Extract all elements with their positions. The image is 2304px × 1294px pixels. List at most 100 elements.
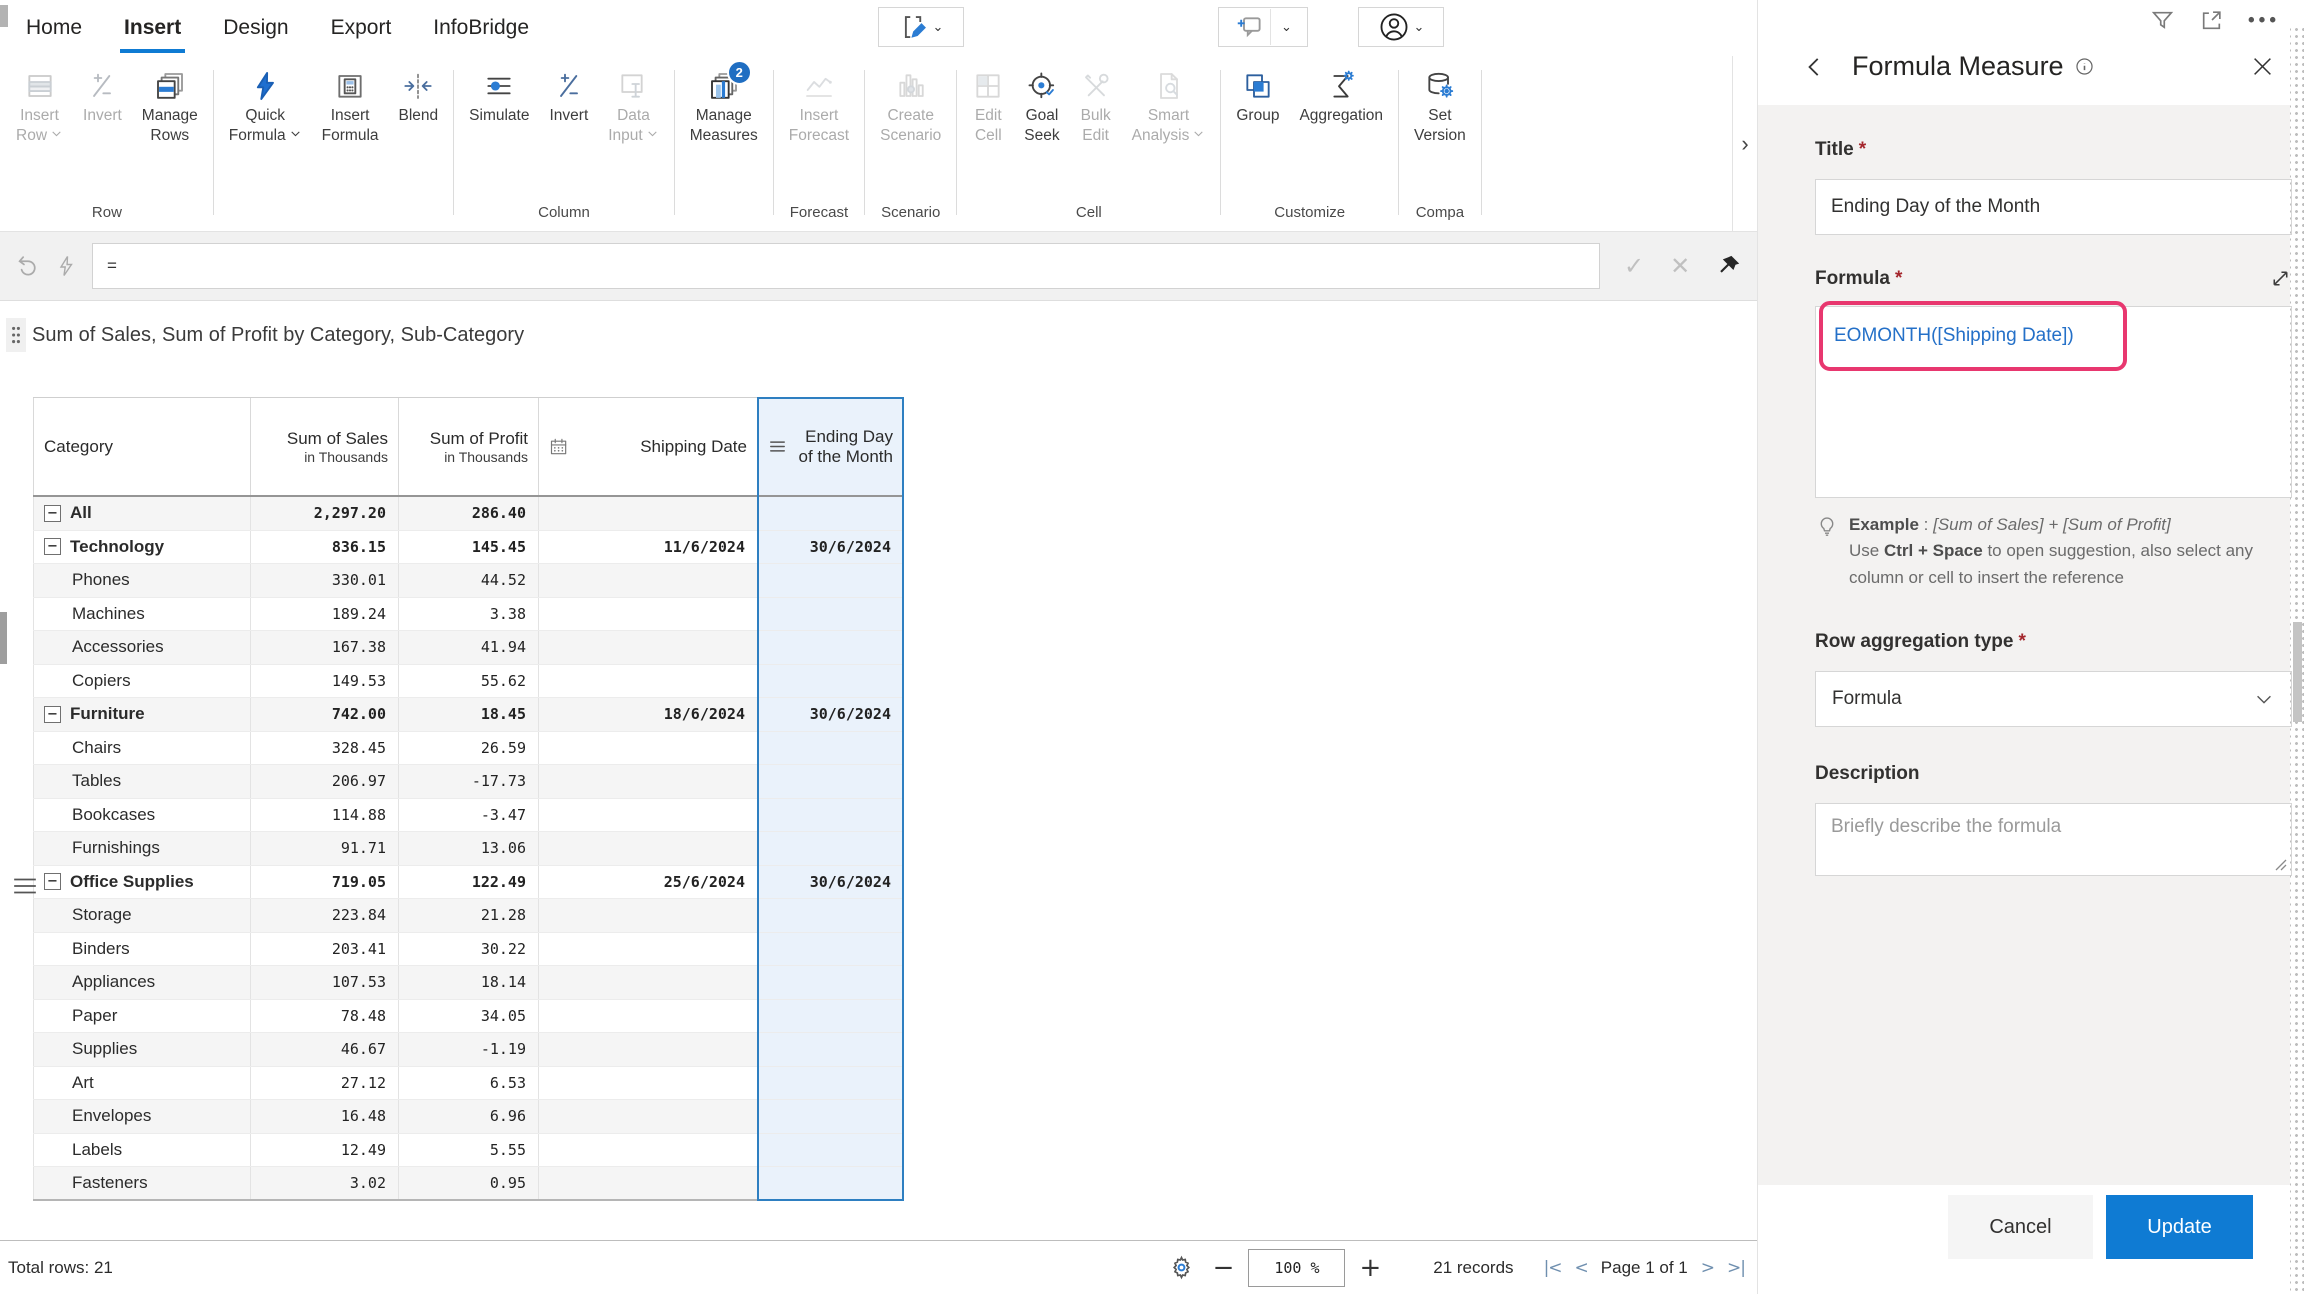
first-page-button[interactable]: |< <box>1544 1258 1562 1278</box>
chevron-down-icon[interactable]: ⌄ <box>1281 20 1292 35</box>
ribbon-button-aggregation[interactable]: Aggregation <box>1289 66 1393 147</box>
shipping-cell[interactable]: 18/6/2024 <box>538 698 757 731</box>
profit-cell[interactable]: -1.19 <box>398 1033 538 1066</box>
profit-cell[interactable]: 13.06 <box>398 832 538 865</box>
more-options-icon[interactable]: ••• <box>2248 10 2280 32</box>
ending-cell[interactable]: 30/6/2024 <box>757 866 904 899</box>
shipping-cell[interactable]: 11/6/2024 <box>538 531 757 564</box>
ribbon-overflow-chevron[interactable]: › <box>1732 56 1757 231</box>
profit-cell[interactable]: 0.95 <box>398 1167 538 1199</box>
ending-cell[interactable] <box>757 1000 904 1033</box>
profit-cell[interactable]: 21.28 <box>398 899 538 932</box>
pin-icon[interactable] <box>1716 253 1742 279</box>
sales-cell[interactable]: 16.48 <box>250 1100 398 1133</box>
description-textarea[interactable]: Briefly describe the formula <box>1815 803 2292 876</box>
ending-cell[interactable] <box>757 631 904 664</box>
shipping-cell[interactable] <box>538 1134 757 1167</box>
category-cell[interactable]: Envelopes <box>33 1100 250 1133</box>
ribbon-button-insert-formula[interactable]: InsertFormula <box>312 66 389 147</box>
shipping-cell[interactable] <box>538 765 757 798</box>
shipping-cell[interactable] <box>538 497 757 530</box>
shipping-cell[interactable] <box>538 1033 757 1066</box>
sales-cell[interactable]: 330.01 <box>250 564 398 597</box>
cancel-button[interactable]: Cancel <box>1948 1195 2093 1259</box>
column-header-sum-of-sales[interactable]: Sum of Salesin Thousands <box>250 398 398 495</box>
aggregation-select[interactable]: Formula <box>1815 671 2292 727</box>
category-cell[interactable]: Binders <box>33 933 250 966</box>
settings-gear-icon[interactable] <box>1168 1254 1195 1281</box>
column-header-shipping-date[interactable]: Shipping Date <box>538 398 757 495</box>
column-header-sum-of-profit[interactable]: Sum of Profitin Thousands <box>398 398 538 495</box>
ending-cell[interactable] <box>757 799 904 832</box>
ending-cell[interactable] <box>757 1033 904 1066</box>
sales-cell[interactable]: 836.15 <box>250 531 398 564</box>
close-icon[interactable] <box>2249 53 2276 80</box>
flash-icon[interactable] <box>54 254 78 278</box>
ribbon-button-simulate[interactable]: Simulate <box>459 66 539 147</box>
ending-cell[interactable]: 30/6/2024 <box>757 698 904 731</box>
category-cell[interactable]: Accessories <box>33 631 250 664</box>
commit-check-icon[interactable]: ✓ <box>1624 252 1644 280</box>
info-icon[interactable] <box>2074 56 2095 77</box>
profit-cell[interactable]: 3.38 <box>398 598 538 631</box>
menu-icon[interactable] <box>768 437 787 456</box>
zoom-level-input[interactable]: 100 % <box>1248 1249 1345 1287</box>
shipping-cell[interactable] <box>538 1000 757 1033</box>
sales-cell[interactable]: 719.05 <box>250 866 398 899</box>
shipping-cell[interactable] <box>538 1100 757 1133</box>
category-cell[interactable]: Supplies <box>33 1033 250 1066</box>
formula-input[interactable]: = <box>92 243 1600 289</box>
sales-cell[interactable]: 2,297.20 <box>250 497 398 530</box>
profit-cell[interactable]: -17.73 <box>398 765 538 798</box>
formula-expression[interactable]: EOMONTH([Shipping Date]) <box>1830 325 2277 347</box>
prev-page-button[interactable]: < <box>1575 1258 1588 1278</box>
sales-cell[interactable]: 46.67 <box>250 1033 398 1066</box>
category-cell[interactable]: Copiers <box>33 665 250 698</box>
shipping-cell[interactable] <box>538 631 757 664</box>
profit-cell[interactable]: 6.53 <box>398 1067 538 1100</box>
sales-cell[interactable]: 742.00 <box>250 698 398 731</box>
column-header-ending-day-of-the-month[interactable]: Ending Day of the Month <box>757 398 904 495</box>
ending-cell[interactable] <box>757 497 904 530</box>
ribbon-button-quick-formula[interactable]: QuickFormula <box>219 66 312 147</box>
edit-note-button[interactable]: ⌄ <box>878 7 964 47</box>
drag-handle-icon[interactable] <box>6 318 26 352</box>
category-cell[interactable]: −Furniture <box>33 698 250 731</box>
tab-insert[interactable]: Insert <box>120 0 185 56</box>
focus-mode-icon[interactable] <box>2199 8 2224 33</box>
ending-cell[interactable] <box>757 1100 904 1133</box>
ribbon-button-goal-seek[interactable]: GoalSeek <box>1014 66 1069 147</box>
shipping-cell[interactable]: 25/6/2024 <box>538 866 757 899</box>
ribbon-button-manage-measures[interactable]: 2ManageMeasures <box>680 66 768 147</box>
shipping-cell[interactable] <box>538 933 757 966</box>
sales-cell[interactable]: 167.38 <box>250 631 398 664</box>
ending-cell[interactable] <box>757 598 904 631</box>
collapse-toggle-icon[interactable]: − <box>44 706 61 723</box>
shipping-cell[interactable] <box>538 899 757 932</box>
ribbon-button-group[interactable]: Group <box>1226 66 1289 147</box>
collapse-toggle-icon[interactable]: − <box>44 873 61 890</box>
sales-cell[interactable]: 12.49 <box>250 1134 398 1167</box>
category-cell[interactable]: Labels <box>33 1134 250 1167</box>
ending-cell[interactable] <box>757 1134 904 1167</box>
row-drag-handle-icon[interactable] <box>12 876 38 896</box>
profit-cell[interactable]: 44.52 <box>398 564 538 597</box>
ending-cell[interactable] <box>757 933 904 966</box>
ending-cell[interactable] <box>757 832 904 865</box>
sales-cell[interactable]: 78.48 <box>250 1000 398 1033</box>
shipping-cell[interactable] <box>538 598 757 631</box>
sales-cell[interactable]: 107.53 <box>250 966 398 999</box>
sales-cell[interactable]: 3.02 <box>250 1167 398 1199</box>
profit-cell[interactable]: 34.05 <box>398 1000 538 1033</box>
shipping-cell[interactable] <box>538 564 757 597</box>
sales-cell[interactable]: 114.88 <box>250 799 398 832</box>
sales-cell[interactable]: 206.97 <box>250 765 398 798</box>
category-cell[interactable]: −Technology <box>33 531 250 564</box>
zoom-in-button[interactable]: + <box>1359 1253 1381 1283</box>
profit-cell[interactable]: 18.14 <box>398 966 538 999</box>
tab-infobridge[interactable]: InfoBridge <box>429 0 533 56</box>
category-cell[interactable]: Phones <box>33 564 250 597</box>
calendar-icon[interactable] <box>549 437 569 457</box>
profit-cell[interactable]: 6.96 <box>398 1100 538 1133</box>
ending-cell[interactable] <box>757 1167 904 1199</box>
